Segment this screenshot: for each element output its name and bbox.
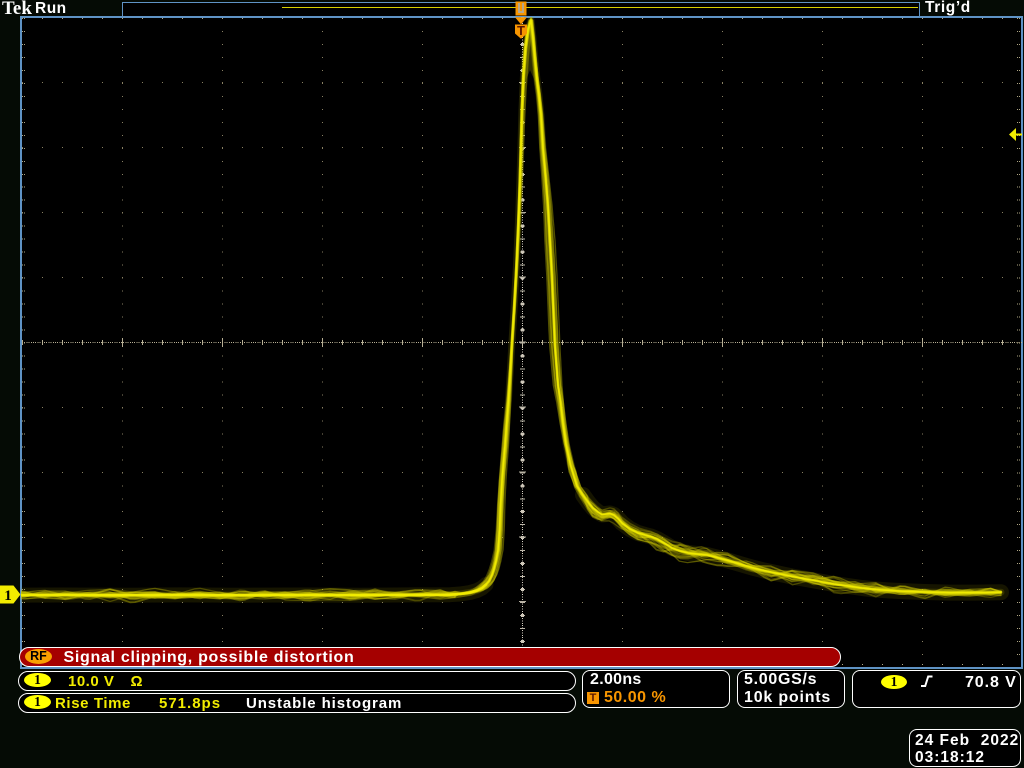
svg-text:1: 1	[4, 588, 12, 604]
svg-text:T: T	[517, 23, 525, 38]
